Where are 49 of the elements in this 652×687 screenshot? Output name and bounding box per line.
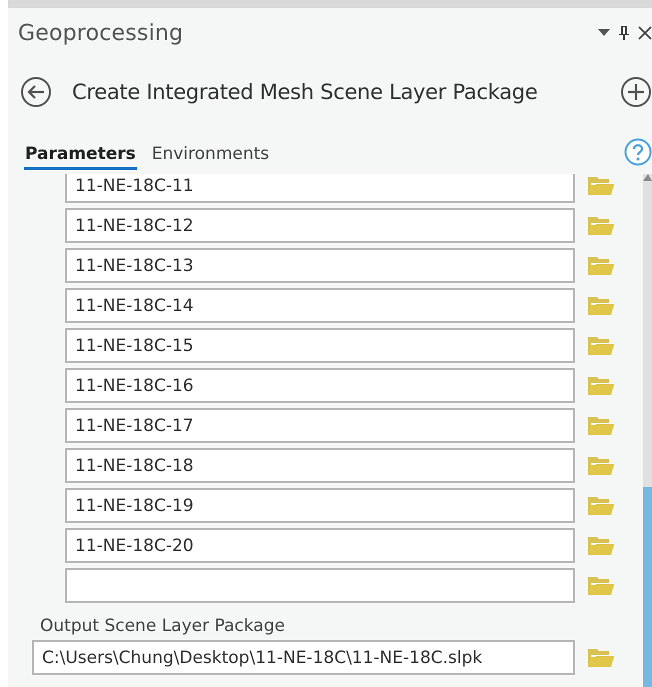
tool-title: Create Integrated Mesh Scene Layer Package (72, 80, 538, 104)
scroll-up-icon[interactable] (643, 174, 652, 181)
folder-icon (587, 646, 615, 668)
browse-button[interactable] (587, 534, 615, 556)
add-button[interactable] (620, 76, 652, 108)
tab[interactable]: Environments (150, 144, 270, 170)
pin-icon[interactable] (618, 25, 630, 41)
folder-icon (587, 254, 615, 276)
dataset-field[interactable]: 11-NE-18C-13 (65, 248, 575, 283)
dataset-field[interactable]: 11-NE-18C-17 (65, 408, 575, 443)
folder-icon (587, 374, 615, 396)
browse-button[interactable] (587, 414, 615, 436)
folder-icon (587, 454, 615, 476)
folder-icon (587, 214, 615, 236)
tab[interactable]: Parameters (24, 144, 137, 170)
browse-button[interactable] (587, 254, 615, 276)
browse-button[interactable] (587, 334, 615, 356)
dataset-field[interactable]: 11-NE-18C-16 (65, 368, 575, 403)
dataset-field[interactable]: 11-NE-18C-11 (65, 174, 575, 203)
dataset-field[interactable]: 11-NE-18C-15 (65, 328, 575, 363)
scrollbar-thumb[interactable] (643, 487, 652, 687)
dataset-field[interactable]: 11-NE-18C-18 (65, 448, 575, 483)
folder-icon (587, 534, 615, 556)
dataset-field[interactable]: 11-NE-18C-14 (65, 288, 575, 323)
browse-button[interactable] (587, 574, 615, 596)
folder-icon (587, 334, 615, 356)
folder-icon (587, 174, 615, 196)
browse-button[interactable] (587, 294, 615, 316)
dropdown-icon[interactable] (598, 29, 610, 37)
browse-button[interactable] (587, 494, 615, 516)
dataset-field[interactable]: 11-NE-18C-19 (65, 488, 575, 523)
output-field[interactable]: C:\Users\Chung\Desktop\11-NE-18C\11-NE-18C.slpk (32, 640, 575, 675)
dataset-field[interactable]: 11-NE-18C-20 (65, 528, 575, 563)
dataset-field[interactable] (65, 568, 575, 603)
dataset-field[interactable]: 11-NE-18C-12 (65, 208, 575, 243)
folder-icon (587, 414, 615, 436)
back-button[interactable] (20, 76, 52, 108)
output-label: Output Scene Layer Package (39, 616, 286, 636)
folder-icon (587, 494, 615, 516)
browse-button[interactable] (587, 454, 615, 476)
scrollbar[interactable] (643, 174, 652, 687)
browse-button[interactable] (587, 214, 615, 236)
folder-icon (587, 574, 615, 596)
browse-button[interactable] (587, 374, 615, 396)
browse-button[interactable] (587, 646, 615, 668)
browse-button[interactable] (587, 174, 615, 196)
close-icon[interactable] (638, 26, 652, 40)
folder-icon (587, 294, 615, 316)
pane-title: Geoprocessing (18, 20, 184, 46)
